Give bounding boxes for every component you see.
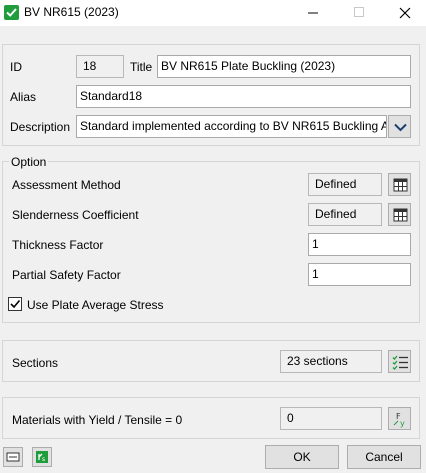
cancel-button[interactable]: Cancel xyxy=(347,445,421,469)
use-avg-stress-label: Use Plate Average Stress xyxy=(27,298,164,312)
maximize-icon xyxy=(354,7,364,17)
svg-text:y: y xyxy=(400,419,405,428)
sections-label: Sections xyxy=(12,356,59,370)
partial-safety-label: Partial Safety Factor xyxy=(12,268,121,282)
table-grid-icon xyxy=(393,178,408,192)
assessment-method-button[interactable] xyxy=(388,173,411,196)
alias-label: Alias xyxy=(10,90,37,104)
assessment-method-field: Defined xyxy=(308,173,382,196)
list-check-icon xyxy=(392,355,408,370)
thickness-factor-label: Thickness Factor xyxy=(12,238,104,252)
title-input[interactable]: BV NR615 Plate Buckling (2023) xyxy=(157,55,411,78)
minimize-icon xyxy=(308,12,318,14)
chevron-down-icon xyxy=(394,123,407,132)
close-icon xyxy=(399,7,411,19)
materials-button[interactable]: F y xyxy=(388,407,411,430)
partial-safety-input[interactable]: 1 xyxy=(308,263,411,286)
minimize-button[interactable] xyxy=(290,0,336,26)
window-title: BV NR615 (2023) xyxy=(24,5,119,19)
maximize-button[interactable] xyxy=(336,0,382,26)
title-label: Title xyxy=(130,60,153,74)
export-button[interactable]: s xyxy=(32,447,52,467)
title-bar: BV NR615 (2023) xyxy=(0,0,426,26)
description-label: Description xyxy=(10,120,71,134)
description-dropdown-button[interactable] xyxy=(388,115,411,138)
svg-text:s: s xyxy=(42,456,45,463)
green-check-icon xyxy=(4,5,19,20)
thickness-factor-input[interactable]: 1 xyxy=(308,233,411,256)
slenderness-button[interactable] xyxy=(388,203,411,226)
export-icon: s xyxy=(36,451,48,463)
checkmark-icon xyxy=(10,299,21,309)
slenderness-field: Defined xyxy=(308,203,382,226)
assessment-method-label: Assessment Method xyxy=(12,178,121,192)
id-label: ID xyxy=(10,60,22,74)
alias-input[interactable]: Standard18 xyxy=(76,85,411,108)
close-button[interactable] xyxy=(382,0,426,26)
sections-button[interactable] xyxy=(388,350,411,373)
use-avg-stress-checkbox[interactable] xyxy=(8,297,22,311)
table-grid-icon xyxy=(393,208,408,222)
description-input[interactable]: Standard implemented according to BV NR6… xyxy=(76,115,387,138)
materials-label: Materials with Yield / Tensile = 0 xyxy=(12,413,183,427)
ok-button[interactable]: OK xyxy=(265,445,339,469)
panel-button[interactable] xyxy=(3,447,23,467)
slenderness-label: Slenderness Coefficient xyxy=(12,208,139,222)
id-field: 18 xyxy=(76,55,124,78)
option-legend: Option xyxy=(9,155,49,169)
sections-field: 23 sections xyxy=(280,350,382,373)
materials-field: 0 xyxy=(280,407,382,430)
material-fy-icon: F y xyxy=(393,412,405,428)
panel-icon xyxy=(6,452,20,462)
